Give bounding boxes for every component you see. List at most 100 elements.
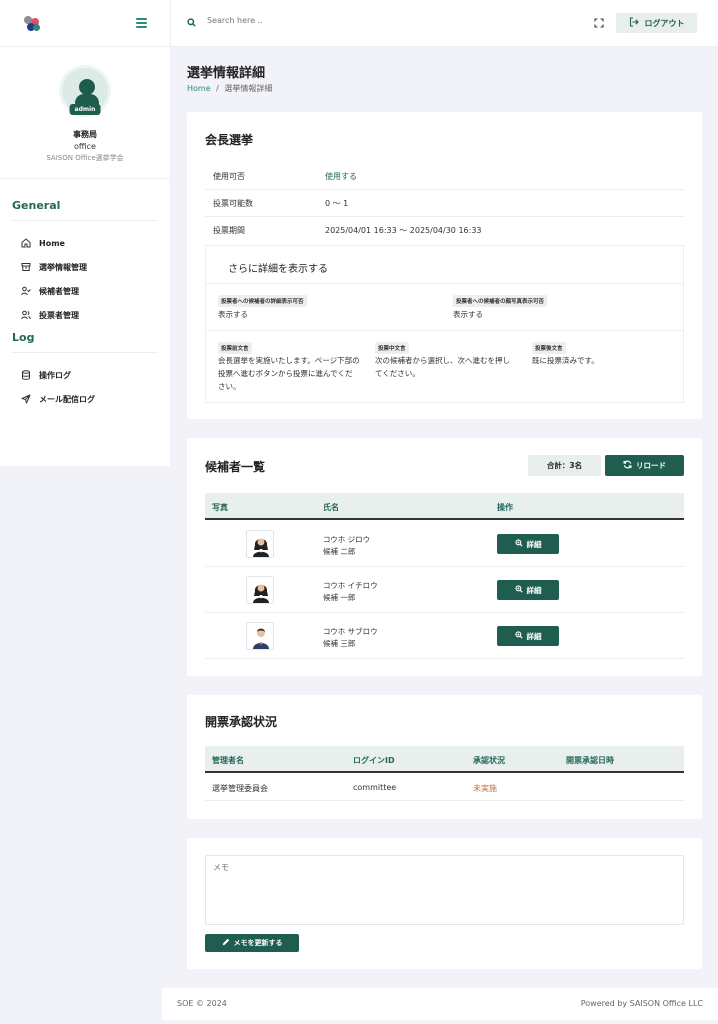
info-row: 投票期間 2025/04/01 16:33 〜 2025/04/30 16:33 [205, 217, 684, 244]
detail-value: 会長選挙を実施いたします。ページ下部の投票へ進むボタンから投票に進んでください。 [218, 356, 360, 391]
database-icon [20, 370, 31, 381]
zoom-icon [514, 539, 523, 549]
detail-tag: 投票中文言 [375, 342, 409, 354]
table-row: コウホ イチロウ 候補 一郎 詳細 [205, 567, 684, 613]
column-header: 操作 [497, 503, 513, 512]
logout-icon [629, 17, 639, 29]
logo-row [0, 0, 170, 47]
approval-title: 開票承認状況 [205, 715, 278, 729]
search-input[interactable] [207, 16, 407, 25]
profile-role: office [74, 142, 96, 151]
topbar: ログアウト [171, 0, 718, 47]
breadcrumb-home-link[interactable]: Home [187, 84, 211, 93]
detail-button[interactable]: 詳細 [497, 626, 559, 646]
candidate-kana: コウホ ジロウ [323, 535, 371, 544]
login-id: committee [353, 783, 397, 792]
send-icon [20, 394, 31, 405]
detail-label: 詳細 [526, 539, 542, 549]
sidebar-item-label: 投票者管理 [39, 310, 79, 320]
profile-org: SAISON Office選挙学会 [46, 154, 124, 162]
footer: SOE © 2024 Powered by SAISON Office LLC [162, 988, 718, 1020]
pencil-icon [222, 938, 230, 948]
female-avatar-icon [253, 538, 269, 557]
divider [12, 352, 158, 353]
column-header: 承認状況 [473, 756, 505, 765]
detail-tag: 投票者への候補者の詳細表示可否 [218, 295, 307, 307]
admin-badge: admin [69, 104, 101, 115]
logout-label: ログアウト [644, 18, 685, 28]
page-title: 選挙情報詳細 [187, 66, 266, 81]
nav-section-general: General [12, 199, 61, 212]
footer-copyright: SOE © 2024 [177, 999, 227, 1008]
sidebar-item-home[interactable]: Home [0, 231, 170, 255]
candidate-name: コウホ サブロウ 候補 三郎 [323, 626, 378, 650]
approval-card: 開票承認状況 管理者名 ログインID 承認状況 開票承認日時 選挙管理委員会 c… [187, 695, 702, 819]
update-memo-button[interactable]: メモを更新する [205, 934, 299, 952]
election-card: 会長選挙 使用可否 使用する 投票可能数 0 〜 1 投票期間 2025/04/… [187, 112, 702, 419]
refresh-icon [623, 460, 632, 471]
sidebar-item-operation-log[interactable]: 操作ログ [0, 363, 170, 387]
memo-textarea[interactable] [205, 855, 684, 925]
admin-name: 選挙管理委員会 [212, 784, 268, 793]
detail-value: 既に投票済みです。 [532, 356, 599, 365]
logout-button[interactable]: ログアウト [616, 13, 697, 33]
reload-label: リロード [636, 461, 666, 470]
sidebar-item-election[interactable]: 選挙情報管理 [0, 255, 170, 279]
user-check-icon [20, 286, 31, 297]
info-label: 投票可能数 [213, 198, 253, 208]
details-toggle[interactable]: さらに詳細を表示する [228, 260, 328, 275]
app-logo[interactable] [24, 16, 42, 32]
candidate-name: コウホ イチロウ 候補 一郎 [323, 580, 378, 604]
sidebar-item-label: Home [39, 238, 65, 248]
sidebar-item-voters[interactable]: 投票者管理 [0, 303, 170, 327]
column-header: 氏名 [323, 503, 339, 512]
detail-button[interactable]: 詳細 [497, 534, 559, 554]
column-header: 管理者名 [212, 756, 244, 765]
sidebar-item-mail-log[interactable]: メール配信ログ [0, 387, 170, 411]
breadcrumb: Home / 選挙情報詳細 [187, 83, 272, 94]
divider [12, 220, 158, 221]
detail-value: 次の候補者から選択し、次へ進むを押してください。 [375, 356, 510, 378]
info-row: 使用可否 使用する [205, 163, 684, 190]
sidebar-item-label: 操作ログ [39, 370, 71, 380]
info-label: 投票期間 [213, 226, 245, 235]
detail-button[interactable]: 詳細 [497, 580, 559, 600]
profile-panel: admin 事務局 office SAISON Office選挙学会 [0, 47, 170, 179]
reload-button[interactable]: リロード [605, 455, 684, 476]
search-icon [187, 18, 196, 29]
candidate-kanji: 候補 二郎 [323, 547, 356, 556]
breadcrumb-current: 選挙情報詳細 [224, 84, 273, 93]
table-row: 選挙管理委員会 committee 未実施 [205, 774, 684, 801]
female-avatar-icon [253, 584, 269, 603]
profile-name: 事務局 [73, 130, 97, 139]
breadcrumb-separator: / [216, 84, 219, 93]
candidate-kana: コウホ サブロウ [323, 627, 378, 636]
sidebar: admin 事務局 office SAISON Office選挙学会 Gener… [0, 0, 171, 466]
detail-value: 表示する [453, 310, 483, 319]
info-row: 投票可能数 0 〜 1 [205, 190, 684, 217]
male-avatar-icon [253, 628, 269, 649]
column-header: ログインID [353, 756, 395, 765]
sidebar-item-candidates[interactable]: 候補者管理 [0, 279, 170, 303]
candidate-kana: コウホ イチロウ [323, 581, 378, 590]
candidate-photo [246, 530, 274, 558]
total-badge: 合計：3名 [528, 455, 601, 476]
candidates-card: 候補者一覧 合計：3名 リロード 写真 氏名 操作 コウホ ジロウ 候補 二郎 … [187, 438, 702, 676]
fullscreen-icon[interactable] [594, 18, 604, 28]
sidebar-item-label: メール配信ログ [39, 394, 95, 404]
menu-toggle-icon[interactable] [136, 18, 147, 28]
candidate-kanji: 候補 三郎 [323, 639, 356, 648]
sidebar-item-label: 選挙情報管理 [39, 262, 87, 272]
sidebar-item-label: 候補者管理 [39, 286, 79, 296]
detail-tag: 投票前文言 [218, 342, 252, 354]
info-value: 2025/04/01 16:33 〜 2025/04/30 16:33 [325, 226, 482, 235]
divider [206, 283, 683, 284]
users-icon [20, 310, 31, 321]
candidate-kanji: 候補 一郎 [323, 593, 356, 602]
table-row: コウホ サブロウ 候補 三郎 詳細 [205, 613, 684, 659]
info-value: 0 〜 1 [325, 198, 349, 208]
candidate-name: コウホ ジロウ 候補 二郎 [323, 534, 370, 558]
detail-tag: 投票後文言 [532, 342, 566, 354]
approval-status: 未実施 [473, 784, 497, 793]
election-title: 会長選挙 [205, 133, 254, 147]
